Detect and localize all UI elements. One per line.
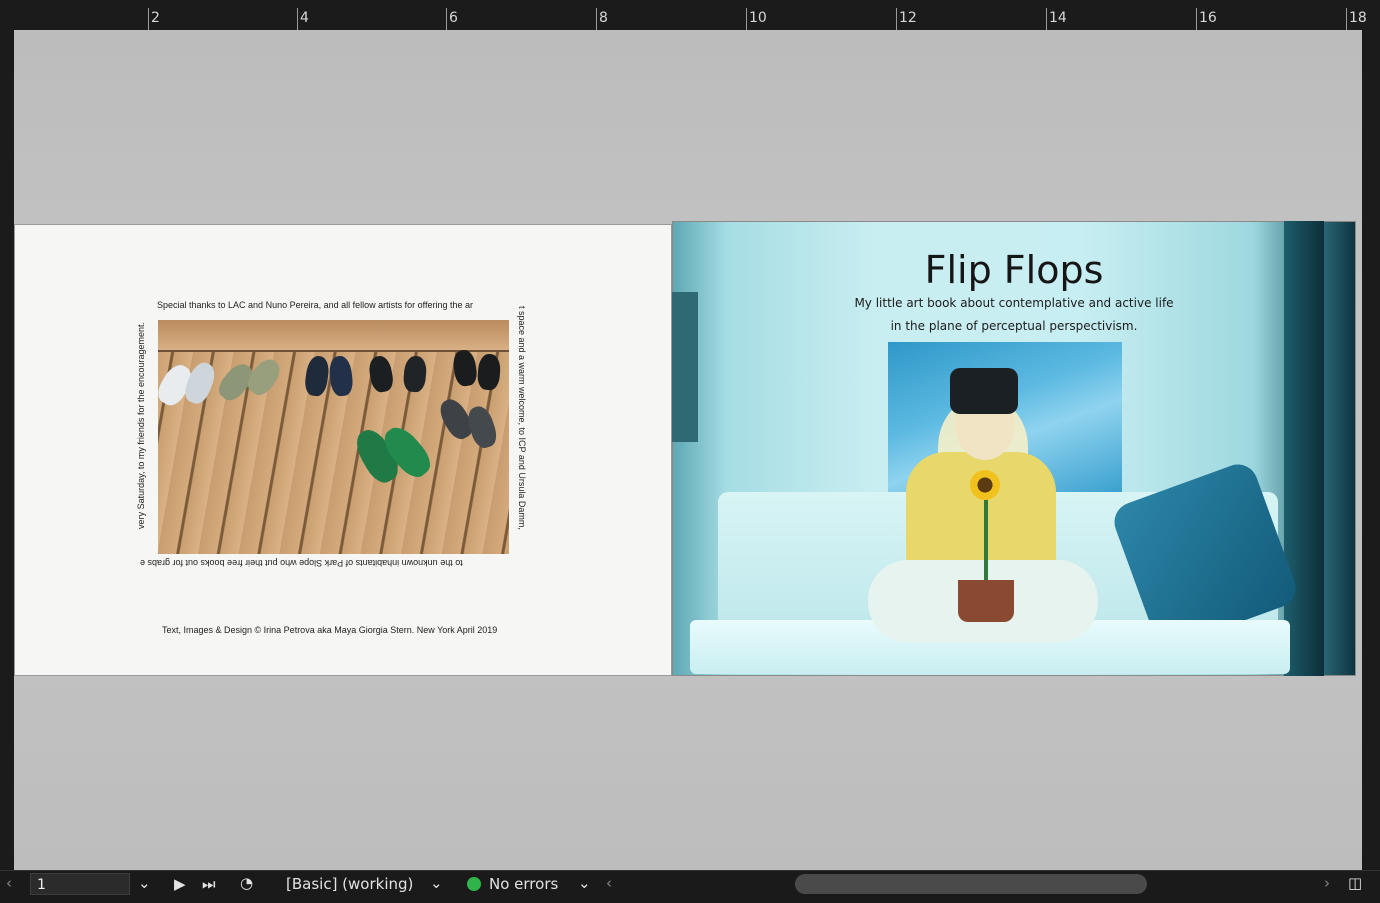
ruler-label-6: 6 bbox=[449, 10, 458, 26]
open-page-icon[interactable]: ◔ bbox=[240, 874, 253, 892]
next-page-icon[interactable]: ▶ bbox=[174, 875, 186, 893]
ruler-tick bbox=[297, 8, 298, 30]
ruler-tick bbox=[1046, 8, 1047, 30]
flip-flop-shape bbox=[303, 354, 331, 398]
deck-plank bbox=[158, 320, 509, 352]
flip-flop-shape bbox=[476, 353, 502, 391]
master-dropdown-chevron-icon[interactable]: ⌄ bbox=[430, 874, 443, 892]
flip-flop-shape bbox=[367, 354, 395, 394]
ruler-label-18: 18 bbox=[1349, 10, 1367, 26]
vertical-scrollbar[interactable] bbox=[1362, 30, 1380, 870]
page-number-field[interactable]: 1 bbox=[30, 873, 130, 895]
ruler-tick bbox=[896, 8, 897, 30]
flower-pot-shape bbox=[958, 580, 1014, 622]
flip-flop-shape bbox=[181, 359, 219, 407]
flip-flop-shape bbox=[243, 354, 285, 400]
thanks-text-right[interactable]: t space and a warm welcome, to ICP and U… bbox=[517, 306, 527, 530]
ruler-label-10: 10 bbox=[749, 10, 767, 26]
flip-flop-shape bbox=[327, 354, 355, 398]
flip-flop-shape bbox=[464, 403, 500, 451]
background-doorway bbox=[672, 292, 698, 442]
preflight-dropdown-chevron-icon[interactable]: ⌄ bbox=[578, 874, 591, 892]
ruler-tick bbox=[596, 8, 597, 30]
ruler-tick bbox=[746, 8, 747, 30]
thanks-text-left[interactable]: very Saturday, to my friends for the enc… bbox=[136, 322, 146, 529]
status-bar: ‹ 1 ⌄ ▶ ⏭ ◔ [Basic] (working) ⌄ No error… bbox=[0, 870, 1380, 903]
flip-flops-photo[interactable] bbox=[158, 320, 509, 554]
horizontal-scroll-thumb[interactable] bbox=[795, 874, 1147, 894]
split-window-icon[interactable]: ◫ bbox=[1348, 874, 1362, 892]
flip-flop-shape bbox=[451, 348, 479, 388]
ruler-tick bbox=[446, 8, 447, 30]
thanks-text-top[interactable]: Special thanks to LAC and Nuno Pereira, … bbox=[157, 300, 473, 310]
page-dropdown-chevron-icon[interactable]: ⌄ bbox=[138, 874, 151, 892]
sunflower-stem-shape bbox=[984, 498, 988, 582]
book-subtitle-line-1[interactable]: My little art book about contemplative a… bbox=[672, 296, 1356, 310]
horizontal-ruler[interactable]: 2 4 6 8 10 12 14 16 18 bbox=[0, 0, 1380, 31]
ruler-label-14: 14 bbox=[1049, 10, 1067, 26]
scroll-back-icon[interactable]: ‹ bbox=[606, 874, 612, 892]
book-title[interactable]: Flip Flops bbox=[672, 248, 1356, 292]
ruler-tick bbox=[148, 8, 149, 30]
ruler-label-12: 12 bbox=[899, 10, 917, 26]
ruler-tick bbox=[1346, 8, 1347, 30]
sunflower-shape bbox=[970, 470, 1000, 500]
ruler-label-4: 4 bbox=[300, 10, 309, 26]
vertical-ruler[interactable] bbox=[0, 30, 14, 870]
ruler-label-16: 16 bbox=[1199, 10, 1217, 26]
book-subtitle-line-2[interactable]: in the plane of perceptual perspectivism… bbox=[672, 319, 1356, 333]
last-page-icon[interactable]: ⏭ bbox=[202, 875, 216, 893]
thanks-text-bottom[interactable]: to the unknown inhabitants of Park Slope… bbox=[140, 558, 463, 568]
flip-flop-shape bbox=[402, 355, 428, 393]
scroll-forward-icon[interactable]: › bbox=[1324, 874, 1330, 892]
ruler-label-2: 2 bbox=[151, 10, 160, 26]
vr-headset-shape bbox=[950, 368, 1018, 414]
preflight-status-label[interactable]: No errors bbox=[489, 875, 558, 893]
credits-text[interactable]: Text, Images & Design © Irina Petrova ak… bbox=[162, 625, 497, 635]
working-master-label[interactable]: [Basic] (working) bbox=[286, 875, 413, 893]
ruler-label-8: 8 bbox=[599, 10, 608, 26]
preflight-status-icon bbox=[467, 877, 481, 891]
scroll-left-icon[interactable]: ‹ bbox=[6, 874, 12, 892]
ruler-tick bbox=[1196, 8, 1197, 30]
